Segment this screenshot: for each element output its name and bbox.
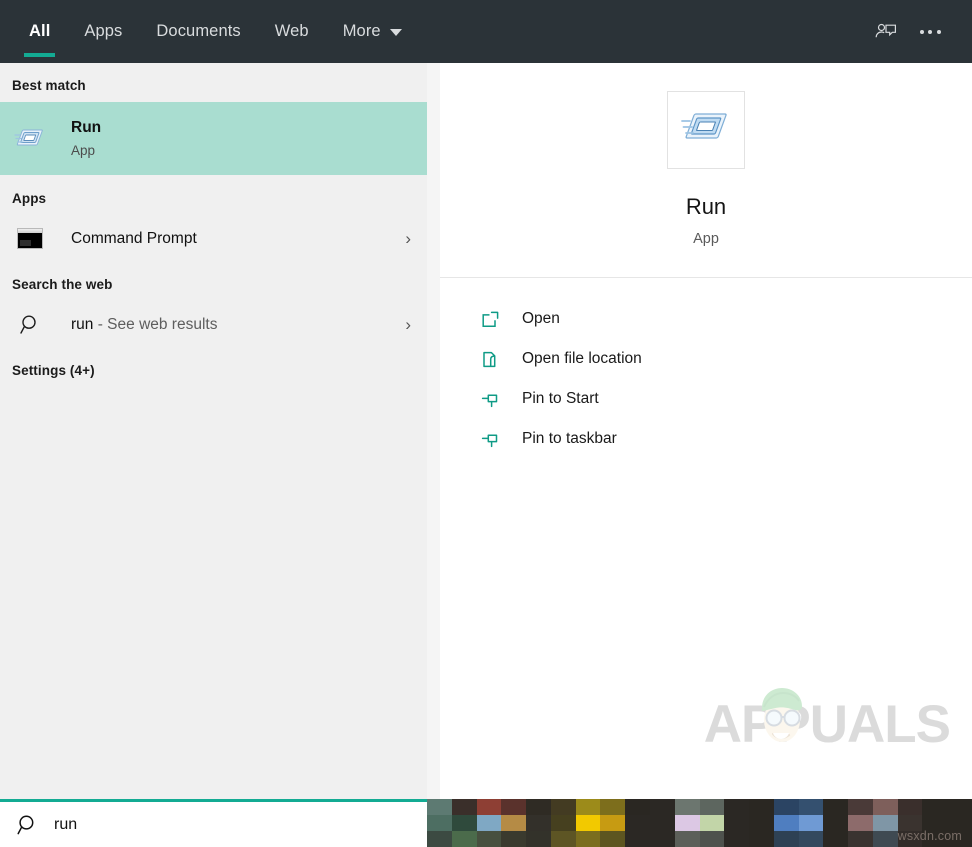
result-web-search-text: run - See web results: [71, 316, 217, 334]
action-pin-to-taskbar-label: Pin to taskbar: [522, 430, 617, 448]
result-command-prompt-title: Command Prompt: [71, 230, 197, 248]
web-search-suffix: - See web results: [93, 316, 217, 333]
preview-app-subtitle: App: [693, 231, 719, 247]
action-pin-to-start[interactable]: Pin to Start: [440, 379, 972, 419]
action-open[interactable]: Open: [440, 299, 972, 339]
taskbar-row: wsxdn.com: [0, 799, 972, 847]
pixelated-taskbar-mosaic: [427, 799, 972, 847]
appuals-watermark: APPUALS: [704, 698, 950, 751]
search-box[interactable]: [0, 799, 427, 847]
tab-all-label: All: [29, 22, 50, 41]
preview-pane: Run App Open: [440, 63, 972, 799]
search-icon: [14, 814, 42, 836]
feedback-button[interactable]: [864, 10, 908, 54]
preview-actions-list: Open Open file location: [440, 278, 972, 459]
results-list-pane: Best match: [0, 63, 427, 799]
preview-icon-frame: [667, 91, 745, 169]
result-row-run[interactable]: Run App: [0, 102, 427, 175]
tab-documents[interactable]: Documents: [139, 0, 257, 63]
result-run-subtitle: App: [71, 143, 101, 159]
chevron-right-icon[interactable]: ›: [405, 316, 413, 333]
tab-more[interactable]: More: [326, 0, 419, 63]
folder-open-icon: [478, 350, 502, 369]
action-open-label: Open: [522, 310, 560, 328]
command-prompt-icon: [12, 228, 48, 249]
chevron-right-icon[interactable]: ›: [405, 230, 413, 247]
web-search-query: run: [71, 316, 93, 333]
pane-divider: [427, 63, 440, 799]
action-pin-to-taskbar[interactable]: Pin to taskbar: [440, 419, 972, 459]
search-filter-tabs: All Apps Documents Web More: [0, 0, 419, 63]
action-open-file-location[interactable]: Open file location: [440, 339, 972, 379]
tab-all[interactable]: All: [12, 0, 67, 63]
taskbar-icons-blurred: wsxdn.com: [427, 799, 972, 847]
search-results-body: Best match: [0, 63, 972, 799]
chevron-down-icon: [390, 29, 402, 36]
tab-apps[interactable]: Apps: [67, 0, 139, 63]
appuals-mascot-icon: [751, 680, 813, 757]
tab-documents-label: Documents: [156, 22, 240, 41]
tab-more-label: More: [343, 22, 381, 41]
group-header-best-match: Best match: [0, 63, 427, 102]
header-actions: [864, 0, 972, 63]
tab-active-underline: [24, 53, 55, 57]
search-icon: [12, 314, 48, 335]
more-options-button[interactable]: [908, 10, 952, 54]
result-row-web-search[interactable]: run - See web results ›: [0, 301, 427, 348]
preview-header: Run App: [440, 63, 972, 278]
tab-web-label: Web: [275, 22, 309, 41]
pin-icon: [478, 430, 502, 449]
open-external-icon: [478, 310, 502, 329]
action-open-file-location-label: Open file location: [522, 350, 642, 368]
tab-apps-label: Apps: [84, 22, 122, 41]
group-header-search-the-web: Search the web: [0, 262, 427, 301]
wsxdn-watermark: wsxdn.com: [898, 829, 962, 843]
watermark-brand-text: APPUALS: [704, 698, 950, 751]
tab-web[interactable]: Web: [258, 0, 326, 63]
result-row-command-prompt[interactable]: Command Prompt ›: [0, 215, 427, 262]
preview-app-title: Run: [686, 195, 726, 219]
pin-icon: [478, 390, 502, 409]
group-header-apps: Apps: [0, 175, 427, 215]
result-run-title: Run: [71, 118, 101, 137]
feedback-person-icon: [874, 20, 898, 44]
group-header-settings: Settings (4+): [0, 348, 427, 387]
ellipsis-icon: [920, 30, 941, 34]
search-header: All Apps Documents Web More: [0, 0, 972, 63]
windows-search-overlay: All Apps Documents Web More: [0, 0, 972, 847]
run-app-icon: [680, 107, 732, 154]
run-app-icon: [12, 126, 48, 152]
action-pin-to-start-label: Pin to Start: [522, 390, 599, 408]
result-run-text: Run App: [71, 118, 101, 159]
search-input[interactable]: [54, 816, 394, 834]
